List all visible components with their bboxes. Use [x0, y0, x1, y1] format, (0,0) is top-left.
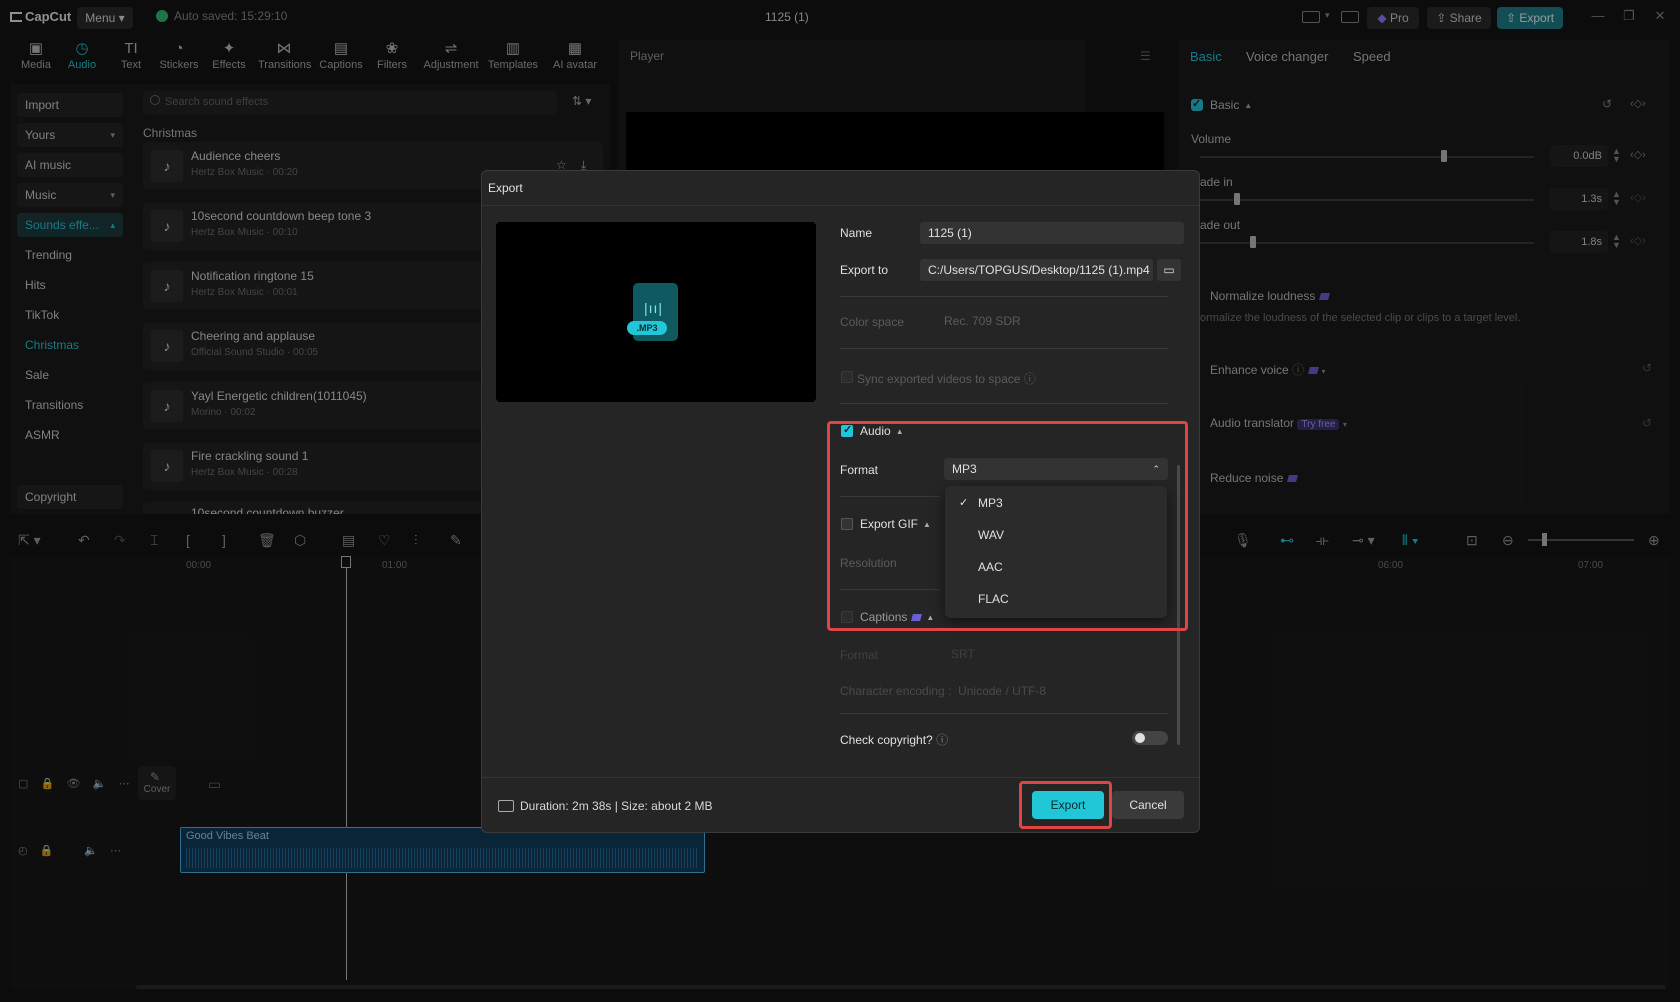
- format-dropdown: ✓ MP3 WAV AAC FLAC: [945, 486, 1167, 618]
- name-field[interactable]: 1125 (1): [920, 222, 1184, 244]
- divider: [840, 348, 1168, 349]
- divider: [840, 713, 1168, 714]
- encoding-label: Character encoding : Unicode / UTF-8: [840, 684, 1047, 698]
- caption-format-value: SRT: [951, 647, 975, 661]
- info-icon: ⓘ: [936, 733, 949, 747]
- check-icon: ✓: [959, 497, 969, 509]
- captions-label[interactable]: Captions ▲: [860, 610, 934, 624]
- waveform-icon: |ıı|: [644, 300, 664, 316]
- export-gif-label[interactable]: Export GIF ▲: [860, 517, 931, 531]
- dialog-title: Export: [488, 181, 523, 195]
- chevron-up-icon: ▲: [895, 427, 904, 436]
- export-button[interactable]: Export: [1032, 791, 1104, 819]
- sync-label: Sync exported videos to space ⓘ: [857, 372, 1036, 386]
- chevron-up-icon: ⌃: [1152, 464, 1160, 474]
- format-select[interactable]: MP3 ⌃: [944, 458, 1168, 480]
- folder-icon[interactable]: ▭: [1157, 259, 1181, 281]
- resolution-label: Resolution: [840, 556, 897, 570]
- divider: [840, 296, 1168, 297]
- export-path-field[interactable]: C:/Users/TOPGUS/Desktop/1125 (1).mp4: [920, 259, 1153, 281]
- cancel-button[interactable]: Cancel: [1112, 791, 1184, 819]
- duration-size-info: Duration: 2m 38s | Size: about 2 MB: [498, 799, 713, 813]
- divider: [840, 589, 940, 590]
- check-copyright-label: Check copyright? ⓘ: [840, 733, 949, 747]
- divider: [840, 496, 940, 497]
- file-type-badge: .MP3: [627, 321, 667, 335]
- info-icon: ⓘ: [1023, 372, 1036, 386]
- film-icon: [498, 800, 514, 812]
- pro-gem-icon: [911, 614, 923, 621]
- format-option-flac[interactable]: FLAC: [945, 584, 1167, 614]
- toggle-knob[interactable]: [1135, 733, 1145, 743]
- chevron-up-icon: ▲: [926, 613, 935, 622]
- format-option-mp3[interactable]: ✓ MP3: [945, 488, 1167, 518]
- export-gif-checkbox[interactable]: [841, 518, 853, 530]
- format-option-wav[interactable]: WAV: [945, 520, 1167, 550]
- audio-section-label[interactable]: Audio ▲: [860, 424, 904, 438]
- color-space-label: Color space: [840, 315, 905, 329]
- format-label: Format: [840, 463, 879, 477]
- format-option-aac[interactable]: AAC: [945, 552, 1167, 582]
- sync-checkbox[interactable]: [841, 371, 853, 383]
- audio-checkbox[interactable]: [841, 423, 853, 437]
- captions-checkbox[interactable]: [841, 611, 853, 623]
- divider: [840, 403, 1168, 404]
- chevron-up-icon: ▲: [923, 520, 931, 529]
- name-label: Name: [840, 226, 873, 240]
- divider: [482, 777, 1199, 778]
- divider: [482, 205, 1199, 206]
- dialog-scrollbar[interactable]: [1177, 465, 1180, 745]
- color-space-value: Rec. 709 SDR: [944, 314, 1021, 328]
- caption-format-label: Format: [840, 648, 879, 662]
- export-to-label: Export to: [840, 263, 889, 277]
